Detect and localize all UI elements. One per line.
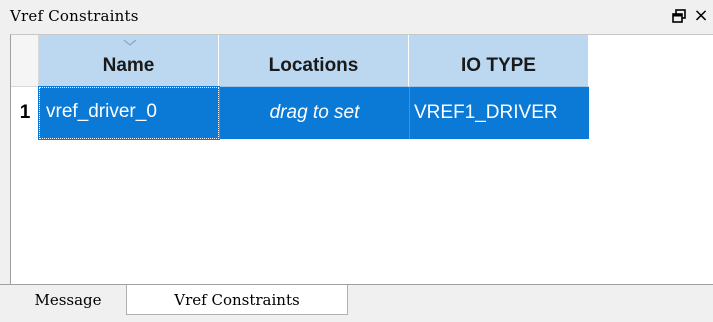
bottom-tab-bar: Message Vref Constraints	[0, 284, 713, 322]
column-header-name[interactable]: Name	[39, 35, 219, 87]
column-header-name-label: Name	[102, 55, 155, 76]
table-corner	[11, 35, 39, 87]
panel-title: Vref Constraints	[10, 7, 139, 25]
column-header-locations-label: Locations	[268, 55, 359, 76]
row-number[interactable]: 1	[11, 87, 39, 139]
cell-name[interactable]: vref_driver_0	[38, 86, 220, 140]
float-window-icon[interactable]	[670, 6, 688, 26]
column-header-io-type[interactable]: IO TYPE	[409, 35, 589, 87]
cell-io-type[interactable]: VREF1_DRIVER	[409, 87, 589, 139]
close-icon[interactable]: ×	[692, 6, 710, 26]
panel-title-bar: Vref Constraints ×	[0, 0, 713, 34]
cell-location[interactable]: drag to set	[219, 87, 409, 139]
column-header-locations[interactable]: Locations	[219, 35, 409, 87]
sort-chevron-icon	[123, 39, 137, 46]
column-header-io-type-label: IO TYPE	[461, 55, 536, 76]
vref-constraints-panel: Vref Constraints × Name Locations IO TYP…	[0, 0, 713, 322]
constraints-table: Name Locations IO TYPE 1 vref_driver_0 d…	[10, 34, 713, 284]
tab-message[interactable]: Message	[10, 285, 126, 315]
tab-vref-constraints[interactable]: Vref Constraints	[126, 285, 348, 315]
